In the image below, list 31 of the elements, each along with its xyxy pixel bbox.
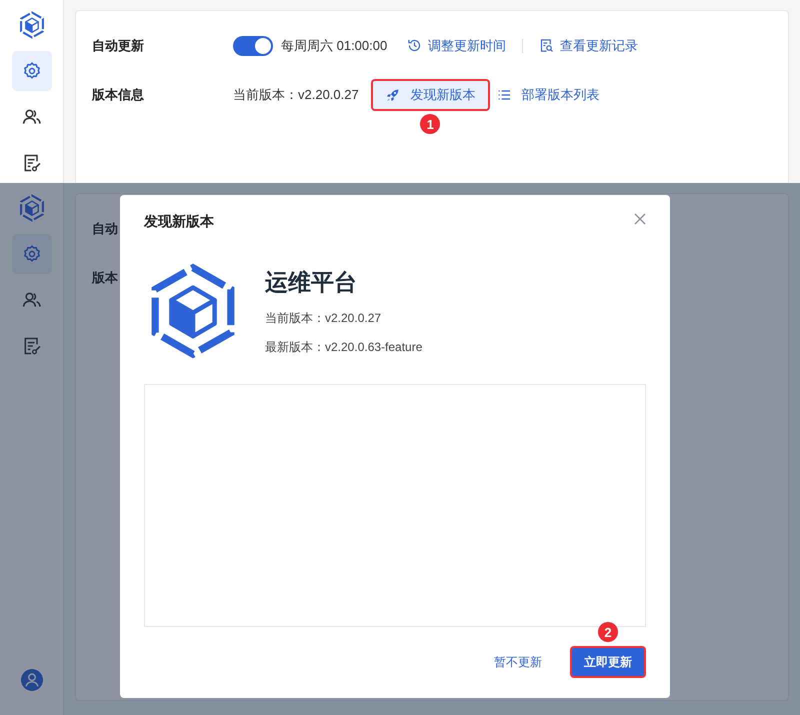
clock-history-icon bbox=[407, 38, 422, 53]
setting-label: 自动 bbox=[92, 220, 118, 238]
gear-icon bbox=[22, 61, 42, 81]
cube-logo-icon bbox=[18, 11, 44, 39]
update-now-button[interactable]: 立即更新 bbox=[572, 648, 644, 676]
action-link[interactable]: 调整更新时间 bbox=[407, 36, 506, 54]
product-name: 运维平台 bbox=[265, 268, 358, 297]
rocket-icon bbox=[384, 87, 401, 103]
cube-logo-icon bbox=[18, 194, 44, 222]
close-icon[interactable] bbox=[634, 213, 646, 225]
version-text: 最新版本：v2.20.0.63-feature bbox=[265, 339, 422, 356]
version-action-button[interactable]: 发现新版本 bbox=[372, 81, 488, 109]
document-edit-icon bbox=[22, 336, 42, 356]
setting-label: 自动更新 bbox=[92, 36, 144, 54]
nav-item[interactable] bbox=[12, 51, 52, 91]
dialog-title: 发现新版本 bbox=[144, 213, 214, 231]
document-search-icon bbox=[539, 38, 554, 53]
user-avatar-icon[interactable] bbox=[20, 669, 42, 691]
version-action-button[interactable]: 部署版本列表 bbox=[488, 81, 612, 109]
callout-number: 1 bbox=[420, 114, 440, 134]
schedule-text: 每周周六 01:00:00 bbox=[281, 36, 388, 54]
document-edit-icon bbox=[22, 153, 42, 173]
setting-label: 版本 bbox=[92, 268, 118, 286]
current-version-text: 当前版本：v2.20.0.27 bbox=[233, 86, 359, 104]
toggle-switch[interactable] bbox=[233, 36, 273, 56]
setting-label: 版本信息 bbox=[92, 86, 144, 104]
action-link[interactable]: 查看更新记录 bbox=[539, 36, 638, 54]
version-text: 当前版本：v2.20.0.27 bbox=[265, 310, 382, 327]
gear-icon bbox=[22, 244, 42, 264]
callout-number: 2 bbox=[598, 622, 618, 642]
skip-update-link[interactable]: 暂不更新 bbox=[482, 648, 554, 676]
